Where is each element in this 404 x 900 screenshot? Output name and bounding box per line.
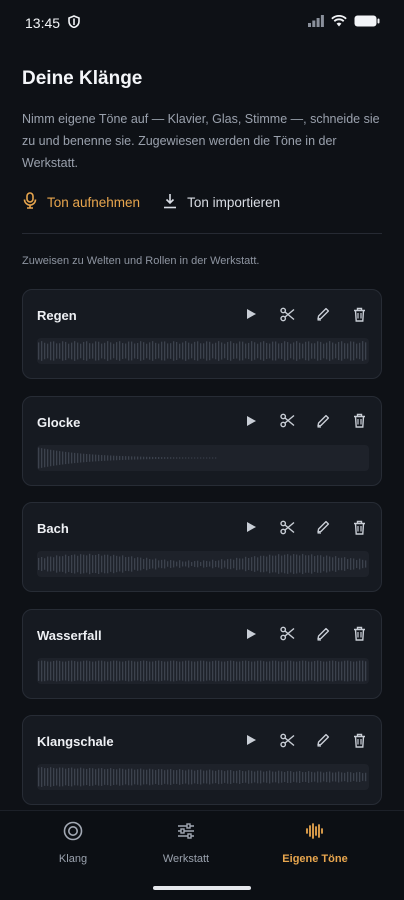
waveform-icon (305, 821, 325, 846)
trash-icon (353, 626, 365, 641)
trash-icon (353, 413, 365, 428)
play-button[interactable] (243, 306, 259, 322)
play-icon (247, 522, 256, 532)
pencil-icon (317, 733, 330, 747)
divider (22, 233, 382, 234)
sound-card: Regen (22, 289, 382, 379)
rename-button[interactable] (315, 306, 331, 322)
play-icon (247, 415, 256, 426)
sound-name: Bach (37, 521, 69, 536)
pencil-icon (317, 414, 330, 428)
delete-button[interactable] (351, 519, 367, 535)
play-button[interactable] (243, 519, 259, 535)
rename-button[interactable] (315, 413, 331, 429)
tab-klang[interactable]: Klang (13, 821, 133, 865)
scissors-icon (279, 626, 294, 641)
sound-name: Regen (37, 308, 77, 323)
wifi-icon (331, 14, 347, 32)
rename-button[interactable] (315, 732, 331, 748)
scissors-icon (279, 733, 294, 747)
tab-label: Eigene Töne (282, 853, 348, 865)
page-title: Deine Klänge (22, 68, 143, 89)
pencil-icon (317, 627, 330, 641)
tab-eigene-toene[interactable]: Eigene Töne (255, 821, 375, 865)
trim-button[interactable] (279, 626, 295, 642)
trash-icon (353, 520, 365, 535)
play-icon (247, 309, 256, 319)
sound-card: Klangschale (22, 715, 382, 805)
tab-werkstatt[interactable]: Werkstatt (126, 821, 246, 865)
sound-card: Wasserfall (22, 608, 382, 699)
tab-label: Klang (58, 853, 88, 865)
pencil-icon (317, 307, 330, 321)
play-icon (247, 628, 256, 639)
scissors-icon (279, 307, 294, 321)
delete-button[interactable] (351, 626, 367, 642)
waveform[interactable] (37, 338, 369, 364)
trash-icon (353, 733, 365, 748)
sound-card: Bach (22, 502, 382, 592)
trim-button[interactable] (279, 519, 295, 535)
delete-button[interactable] (351, 306, 367, 322)
scissors-icon (279, 520, 294, 534)
target-icon (63, 821, 83, 846)
sound-card: Glocke (22, 395, 382, 486)
play-button[interactable] (243, 626, 259, 642)
trim-button[interactable] (279, 306, 295, 322)
rename-button[interactable] (315, 519, 331, 535)
record-sound-label: Ton aufnehmen (47, 194, 141, 210)
waveform[interactable] (37, 551, 369, 577)
trim-button[interactable] (279, 732, 295, 748)
sound-name: Glocke (37, 414, 81, 430)
status-bar: 13:45 (0, 0, 404, 46)
sound-name: Klangschale (37, 734, 114, 749)
waveform[interactable] (37, 764, 369, 790)
shield-icon (68, 15, 80, 31)
download-icon (162, 193, 178, 212)
play-button[interactable] (243, 732, 259, 748)
delete-button[interactable] (351, 413, 367, 429)
assignment-hint: Zuweisen zu Welten und Rollen in der Wer… (22, 255, 260, 267)
page-description: Nimm eigene Töne auf — Klavier, Glas, St… (22, 112, 380, 170)
scissors-icon (279, 413, 294, 428)
record-sound-button[interactable]: Ton aufnehmen (22, 192, 140, 212)
pencil-icon (317, 520, 330, 534)
import-sound-label: Ton importieren (187, 194, 281, 210)
rename-button[interactable] (315, 626, 331, 642)
battery-icon (354, 14, 380, 32)
action-row: Ton aufnehmen Ton importieren (22, 192, 280, 212)
sliders-icon (176, 821, 196, 846)
waveform[interactable] (37, 444, 369, 471)
sound-name: Wasserfall (37, 627, 102, 643)
signal-icon (308, 14, 324, 32)
waveform[interactable] (37, 657, 369, 684)
status-time: 13:45 (25, 15, 61, 31)
play-icon (247, 735, 256, 745)
home-indicator[interactable] (153, 886, 251, 890)
import-sound-button[interactable]: Ton importieren (162, 193, 280, 212)
trash-icon (353, 307, 365, 322)
main-content: Deine Klänge Nimm eigene Töne auf — Klav… (0, 46, 404, 810)
tab-label: Werkstatt (162, 853, 210, 865)
microphone-icon (22, 192, 38, 212)
delete-button[interactable] (351, 732, 367, 748)
play-button[interactable] (243, 413, 259, 429)
trim-button[interactable] (279, 413, 295, 429)
